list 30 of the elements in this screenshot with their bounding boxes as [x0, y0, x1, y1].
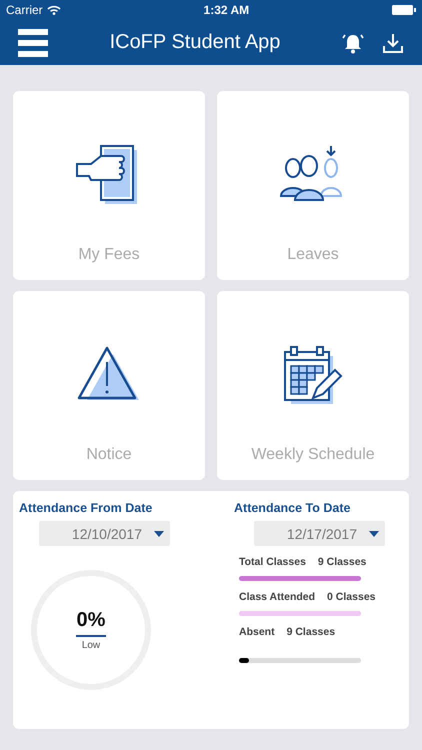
battery-icon — [392, 5, 416, 15]
menu-tile[interactable]: Leaves — [217, 91, 409, 280]
tile-label: My Fees — [78, 246, 140, 264]
menu-tile[interactable]: Notice — [13, 291, 205, 480]
tile-label: Notice — [86, 446, 132, 464]
percentage-reading: 0% — [76, 609, 106, 637]
menu-tile[interactable]: My Fees — [13, 91, 205, 280]
tile-label: Weekly Schedule — [251, 446, 375, 464]
menu-icon[interactable] — [18, 28, 48, 56]
tile-label: Leaves — [287, 246, 339, 264]
caret-icon — [369, 530, 379, 536]
stat-label: Absent — [239, 626, 275, 638]
download-icon[interactable] — [382, 32, 404, 54]
stat-label: Class Attended — [239, 591, 316, 603]
menu-tile[interactable]: Weekly Schedule — [217, 291, 409, 480]
date-dropdown[interactable]: 12/17/2017 — [254, 521, 385, 546]
bell-icon[interactable] — [342, 32, 364, 54]
app-title: ICoFP Student App — [108, 31, 282, 54]
rating-label: Low — [82, 640, 100, 651]
caret-icon — [154, 530, 164, 536]
stat-value: 9 Classes — [318, 556, 366, 568]
wifi-icon — [46, 5, 61, 15]
stat-value: 0 Classes — [327, 591, 376, 603]
date-dropdown[interactable]: 12/10/2017 — [39, 521, 170, 546]
date-label: Attendance To Date — [234, 501, 352, 515]
stat-label: Total Classes — [239, 556, 306, 568]
stat-value: 9 Classes — [286, 626, 336, 638]
carrier-label: Carrier — [6, 3, 43, 17]
date-label: Attendance From Date — [19, 501, 154, 515]
clock-time: 1:32 AM — [204, 3, 250, 17]
